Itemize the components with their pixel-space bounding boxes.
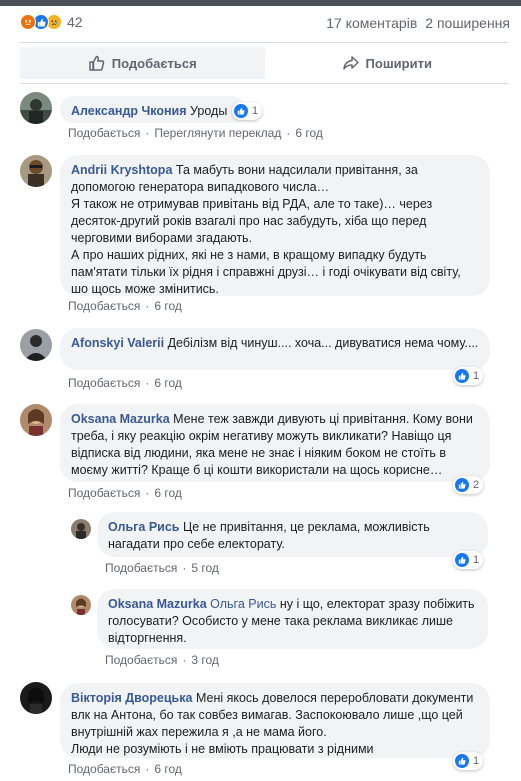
comment-text: Дебілізм від чинуш.... хоча... дивуватис… — [167, 336, 479, 350]
comment-author[interactable]: Александр Чкония — [71, 104, 187, 118]
comment-like-link[interactable]: Подобається — [68, 486, 140, 500]
share-button-label: Поширити — [365, 55, 432, 71]
avatar[interactable] — [20, 155, 52, 187]
divider — [20, 83, 509, 84]
comment-bubble: Oksana Mazurka Мене теж завжди дивують ц… — [60, 404, 490, 482]
share-button[interactable]: Поширити — [265, 47, 510, 79]
avatar[interactable] — [20, 329, 52, 361]
comment-like-count[interactable]: 1 — [453, 551, 484, 569]
comment-like-count[interactable]: 1 — [453, 367, 484, 385]
comment-time[interactable]: 6 год — [154, 762, 182, 776]
comment-author[interactable]: Oksana Mazurka — [108, 597, 207, 611]
like-button-label: Подобається — [111, 55, 197, 71]
see-translation-link[interactable]: Переглянути переклад — [154, 126, 281, 140]
avatar[interactable] — [71, 595, 91, 615]
comment-time[interactable]: 6 год — [154, 299, 182, 313]
avatar[interactable] — [20, 682, 52, 714]
comment-like-link[interactable]: Подобається — [68, 376, 140, 390]
comment-bubble: Александр Чкония Уроды — [60, 96, 245, 123]
thumbs-up-icon — [89, 55, 105, 71]
comment-meta: Подобається · 3 год — [105, 653, 219, 667]
comment-like-link[interactable]: Подобається — [105, 653, 177, 667]
avatar[interactable] — [20, 92, 52, 124]
comment-like-link[interactable]: Подобається — [68, 762, 140, 776]
comment-text-line: А про наших рідних, які не з нами, в кра… — [71, 248, 461, 296]
like-icon — [455, 754, 469, 768]
comment-meta: Подобається · 6 год — [68, 762, 182, 776]
like-icon — [455, 478, 469, 492]
comments-count-link[interactable]: 17 коментарів — [326, 15, 417, 31]
post-actions: Подобається Поширити — [20, 47, 509, 79]
comment-bubble: Afonskyi Valerii Дебілізм від чинуш.... … — [60, 328, 490, 370]
divider — [20, 42, 509, 43]
avatar[interactable] — [71, 519, 91, 539]
comment-time[interactable]: 5 год — [191, 561, 219, 575]
comment-author[interactable]: Вікторія Дворецька — [71, 691, 192, 705]
comment-author[interactable]: Afonskyi Valerii — [71, 336, 164, 350]
comment-author[interactable]: Ольга Рись — [108, 520, 179, 534]
comment-time[interactable]: 6 год — [154, 376, 182, 390]
like-icon — [455, 553, 469, 567]
comment-bubble: Andrii Kryshtopa Та мабуть вони надсилал… — [60, 155, 490, 296]
reply-bubble: Oksana Mazurka Ольга Рись ну і що, елект… — [97, 589, 488, 649]
comment-meta: Подобається · 6 год — [68, 486, 182, 500]
comment-text-line: Я також не отримував привітань від РДА, … — [71, 197, 433, 245]
post-stats-bar: 42 17 коментарів 2 поширення — [0, 6, 521, 42]
like-button[interactable]: Подобається — [20, 47, 265, 79]
comment-like-link[interactable]: Подобається — [68, 126, 140, 140]
reaction-count: 42 — [67, 14, 83, 30]
comment-time[interactable]: 6 год — [154, 486, 182, 500]
comment-meta: Подобається · Переглянути переклад · 6 год — [68, 126, 323, 140]
comment-text-line: Люди не розуміють і не вміють працювати … — [71, 742, 374, 756]
share-arrow-icon — [342, 56, 359, 70]
comment-like-link[interactable]: Подобається — [68, 299, 140, 313]
comment-meta: Подобається · 6 год — [68, 299, 182, 313]
comment-like-link[interactable]: Подобається — [105, 561, 177, 575]
reply-bubble: Ольга Рись Це не привітання, це реклама,… — [97, 512, 488, 557]
like-icon — [234, 104, 248, 118]
comment-author[interactable]: Oksana Mazurka — [71, 412, 170, 426]
comment-meta: Подобається · 5 год — [105, 561, 219, 575]
comment-author[interactable]: Andrii Kryshtopa — [71, 163, 172, 177]
avatar[interactable] — [20, 404, 52, 436]
comment-text: Уроды — [190, 104, 228, 118]
angry-icon — [20, 14, 36, 30]
comment-meta: Подобається · 6 год — [68, 376, 182, 390]
comment-bubble: Вікторія Дворецька Мені якось довелося п… — [60, 683, 490, 758]
engagement-counts: 17 коментарів 2 поширення — [326, 15, 510, 31]
mention-link[interactable]: Ольга Рись — [210, 597, 276, 611]
comment-like-count[interactable]: 1 — [453, 752, 484, 770]
shares-count-link[interactable]: 2 поширення — [425, 15, 510, 31]
reactions-summary[interactable]: 42 — [20, 14, 83, 30]
comment-like-count[interactable]: 2 — [453, 476, 484, 494]
comment-time[interactable]: 3 год — [191, 653, 219, 667]
like-icon — [455, 369, 469, 383]
comment-time[interactable]: 6 год — [295, 126, 323, 140]
comment-like-count[interactable]: 1 — [232, 102, 263, 120]
